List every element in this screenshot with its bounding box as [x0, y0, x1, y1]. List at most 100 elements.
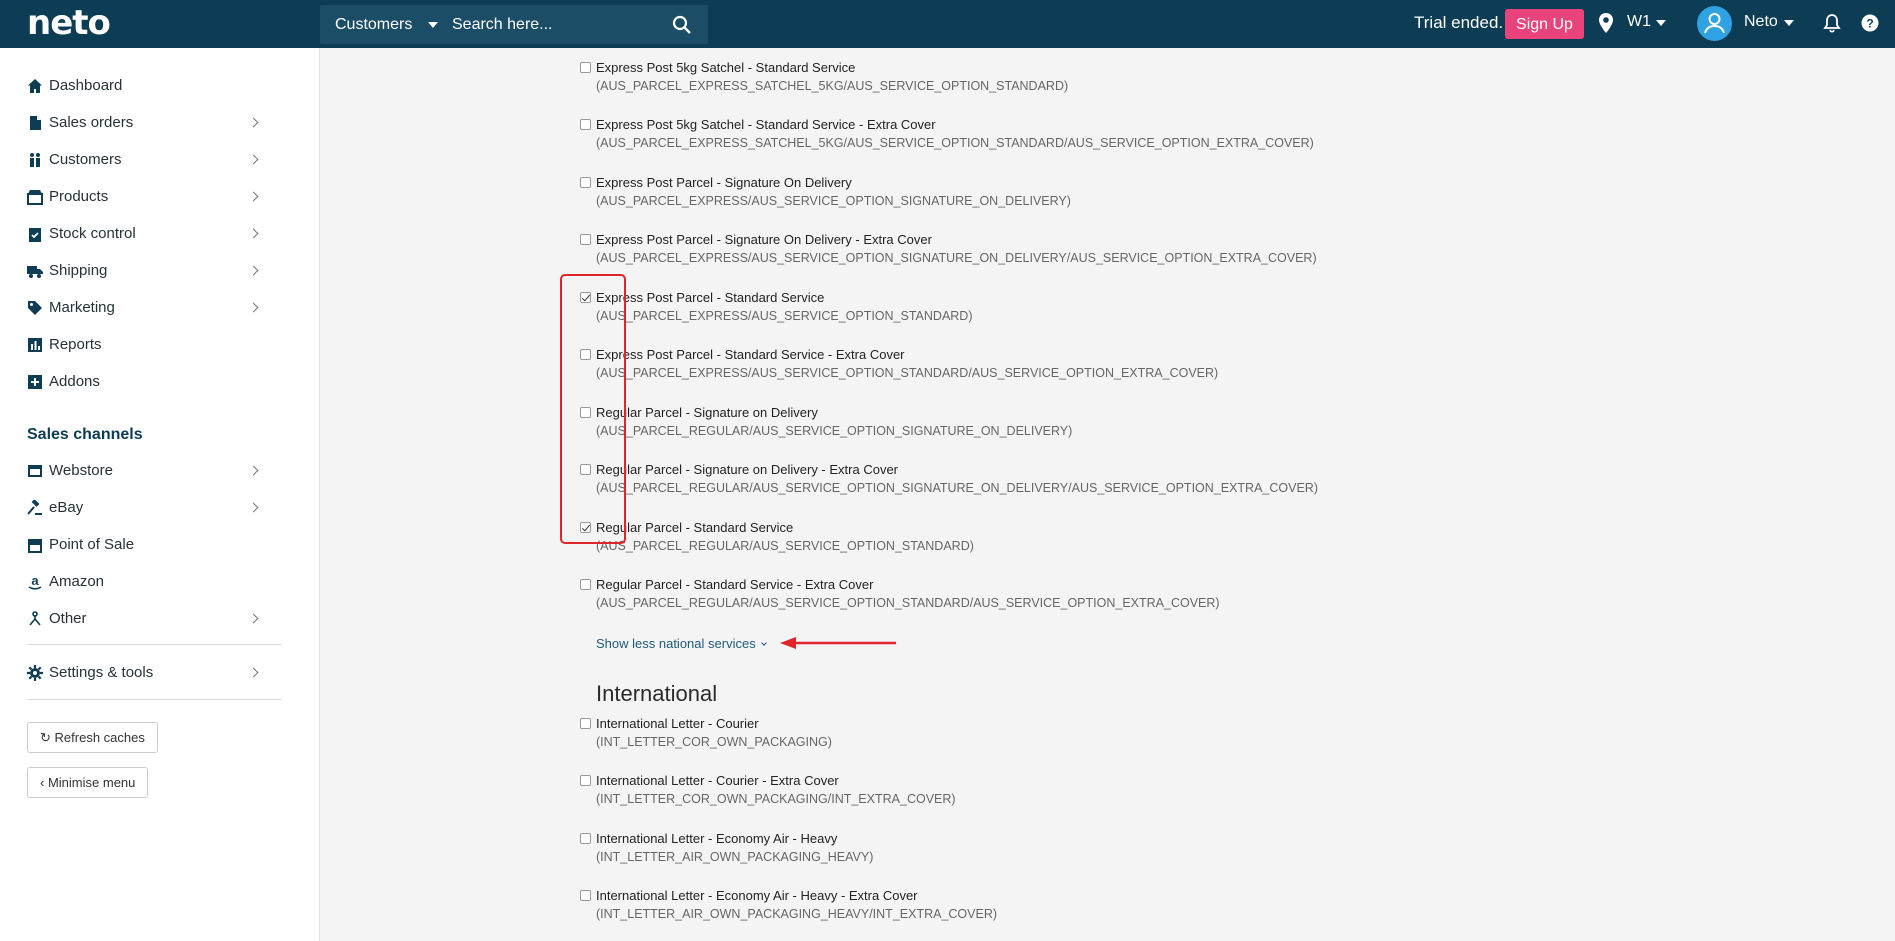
amazon-icon: a — [28, 574, 42, 590]
user-avatar[interactable] — [1697, 6, 1732, 41]
sidebar-item-dashboard[interactable]: Dashboard — [27, 74, 267, 98]
sidebar-item-point-of-sale[interactable]: Point of Sale — [27, 533, 267, 557]
service-option[interactable]: Regular Parcel - Signature on Delivery (… — [580, 405, 1280, 449]
show-less-national-services-link[interactable]: Show less national services — [596, 636, 767, 651]
sidebar-item-marketing[interactable]: Marketing — [27, 296, 267, 320]
service-option[interactable]: Regular Parcel - Standard Service (AUS_P… — [580, 520, 1280, 564]
chevron-left-icon: ‹ — [40, 775, 45, 790]
service-checkbox[interactable] — [580, 718, 591, 729]
sidebar-item-label: Point of Sale — [49, 536, 135, 553]
service-option[interactable]: Express Post 5kg Satchel - Standard Serv… — [580, 117, 1314, 161]
sidebar-item-amazon[interactable]: a Amazon — [27, 570, 267, 594]
sidebar-item-label: Webstore — [49, 462, 113, 479]
service-title: International Letter - Courier — [596, 716, 759, 731]
service-checkbox[interactable] — [580, 234, 591, 245]
sidebar-item-label: Dashboard — [49, 77, 123, 94]
search-input[interactable] — [450, 10, 650, 39]
search-icon[interactable] — [672, 15, 692, 35]
service-code: (AUS_PARCEL_EXPRESS/AUS_SERVICE_OPTION_S… — [596, 366, 1219, 380]
service-title: Regular Parcel - Standard Service - Extr… — [596, 577, 874, 592]
section-title-sales-channels: Sales channels — [27, 426, 143, 443]
sidebar-item-reports[interactable]: Reports — [27, 333, 267, 357]
service-option[interactable]: International Letter - Economy Air - Hea… — [580, 831, 1280, 875]
minimise-menu-button[interactable]: ‹ Minimise menu — [27, 767, 149, 798]
chevron-down-icon[interactable] — [428, 22, 438, 28]
service-code: (AUS_PARCEL_EXPRESS/AUS_SERVICE_OPTION_S… — [596, 251, 1317, 265]
service-title: Regular Parcel - Signature on Delivery -… — [596, 462, 899, 477]
bar-chart-icon — [28, 338, 42, 352]
sign-up-button[interactable]: Sign Up — [1505, 9, 1584, 39]
service-code: (INT_LETTER_AIR_OWN_PACKAGING_HEAVY) — [596, 850, 874, 864]
sidebar-item-label: Marketing — [49, 299, 115, 316]
service-checkbox[interactable] — [580, 119, 591, 130]
sidebar-item-stock-control[interactable]: Stock control — [27, 222, 267, 246]
service-title: Express Post Parcel - Signature On Deliv… — [596, 232, 932, 247]
service-code: (INT_LETTER_COR_OWN_PACKAGING) — [596, 735, 832, 749]
sidebar-item-settings-tools[interactable]: Settings & tools — [27, 661, 267, 685]
service-checkbox[interactable] — [580, 775, 591, 786]
notifications-bell-icon[interactable] — [1823, 13, 1841, 33]
trial-status-text: Trial ended. — [1414, 13, 1504, 32]
service-checkbox[interactable] — [580, 833, 591, 844]
sidebar-item-customers[interactable]: Customers — [27, 148, 267, 172]
document-icon — [30, 116, 41, 130]
service-option[interactable]: International Letter - Courier (INT_LETT… — [580, 716, 1280, 760]
service-title: International Letter - Courier - Extra C… — [596, 773, 839, 788]
location-selector[interactable]: W1 — [1627, 13, 1651, 31]
service-option[interactable]: Regular Parcel - Signature on Delivery -… — [580, 462, 1318, 506]
plus-square-icon — [28, 375, 42, 389]
chevron-down-icon[interactable] — [1656, 20, 1666, 26]
service-option[interactable]: International Letter - Courier - Extra C… — [580, 773, 1280, 817]
service-checkbox[interactable] — [580, 177, 591, 188]
user-menu[interactable]: Neto — [1744, 13, 1778, 31]
sidebar-item-shipping[interactable]: Shipping — [27, 259, 267, 283]
service-option[interactable]: Express Post Parcel - Standard Service -… — [580, 347, 1280, 391]
service-code: (INT_LETTER_COR_OWN_PACKAGING/INT_EXTRA_… — [596, 792, 956, 806]
service-option[interactable]: Express Post Parcel - Signature On Deliv… — [580, 175, 1280, 219]
service-code: (AUS_PARCEL_EXPRESS_SATCHEL_5KG/AUS_SERV… — [596, 136, 1314, 150]
sitemap-icon — [29, 611, 41, 626]
service-checkbox[interactable] — [580, 579, 591, 590]
sidebar: Dashboard Sales orders Customers Product… — [0, 48, 320, 941]
chevron-down-icon — [760, 640, 767, 646]
sidebar-item-products[interactable]: Products — [27, 185, 267, 209]
service-title: International Letter - Economy Air - Hea… — [596, 831, 838, 846]
sidebar-item-sales-orders[interactable]: Sales orders — [27, 111, 267, 135]
service-checkbox[interactable] — [580, 890, 591, 901]
service-title: Regular Parcel - Signature on Delivery — [596, 405, 818, 420]
sidebar-item-ebay[interactable]: eBay — [27, 496, 267, 520]
sidebar-item-addons[interactable]: Addons — [27, 370, 267, 394]
service-title: Express Post 5kg Satchel - Standard Serv… — [596, 117, 936, 132]
service-option[interactable]: Regular Parcel - Standard Service - Extr… — [580, 577, 1280, 621]
chevron-right-icon — [248, 191, 259, 202]
service-code: (AUS_PARCEL_EXPRESS_SATCHEL_5KG/AUS_SERV… — [596, 79, 1069, 93]
neto-logo[interactable]: neto — [27, 4, 111, 42]
store-icon — [28, 539, 42, 553]
browser-icon — [28, 465, 42, 477]
service-option[interactable]: Express Post Parcel - Signature On Deliv… — [580, 232, 1317, 276]
chevron-right-icon — [248, 154, 259, 165]
service-checkbox[interactable] — [580, 62, 591, 73]
gavel-icon — [27, 500, 42, 515]
refresh-caches-button[interactable]: ↻ Refresh caches — [27, 722, 158, 753]
chevron-down-icon[interactable] — [1784, 20, 1794, 26]
sidebar-item-label: Stock control — [49, 225, 136, 242]
truck-icon — [27, 266, 43, 278]
divider — [27, 644, 282, 645]
service-option[interactable]: International Letter - Economy Air - Hea… — [580, 888, 1280, 932]
search-scope-select[interactable]: Customers — [335, 5, 412, 44]
sidebar-item-webstore[interactable]: Webstore — [27, 459, 267, 483]
top-navigation-bar: neto Customers Trial ended. Sign Up W1 N… — [0, 0, 1895, 48]
service-option[interactable]: Express Post Parcel - Standard Service (… — [580, 290, 1280, 334]
help-icon[interactable]: ? — [1861, 14, 1879, 32]
minimise-menu-label: Minimise menu — [47, 775, 136, 790]
international-heading: International — [596, 681, 718, 706]
refresh-icon: ↻ — [40, 730, 51, 745]
service-title: Express Post Parcel - Signature On Deliv… — [596, 175, 852, 190]
location-pin-icon[interactable] — [1597, 12, 1615, 34]
sidebar-item-label: Reports — [49, 336, 102, 353]
chevron-right-icon — [248, 228, 259, 239]
service-option[interactable]: Express Post 5kg Satchel - Standard Serv… — [580, 60, 1280, 104]
people-icon — [30, 153, 40, 167]
sidebar-item-other[interactable]: Other — [27, 607, 267, 631]
